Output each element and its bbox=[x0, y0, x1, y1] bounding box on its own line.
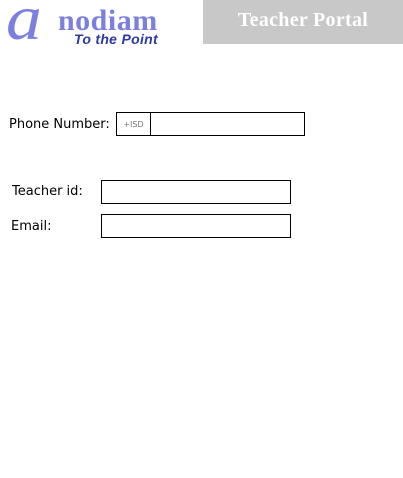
isd-prefix-field[interactable]: +ISD bbox=[117, 113, 151, 135]
logo-tagline: To the Point bbox=[74, 31, 158, 47]
phone-number-label: Phone Number: bbox=[9, 117, 110, 132]
portal-banner: Teacher Portal bbox=[203, 0, 403, 44]
portal-title: Teacher Portal bbox=[237, 9, 369, 31]
teacher-id-input[interactable] bbox=[101, 180, 291, 204]
phone-number-input[interactable] bbox=[151, 113, 304, 135]
phone-number-field[interactable]: +ISD bbox=[116, 112, 305, 136]
logo-letter: a bbox=[6, 0, 42, 53]
teacher-id-label: Teacher id: bbox=[12, 184, 83, 199]
email-input[interactable] bbox=[101, 214, 291, 238]
anodiam-logo: a nodiam To the Point bbox=[6, 0, 192, 53]
email-label: Email: bbox=[11, 219, 52, 234]
